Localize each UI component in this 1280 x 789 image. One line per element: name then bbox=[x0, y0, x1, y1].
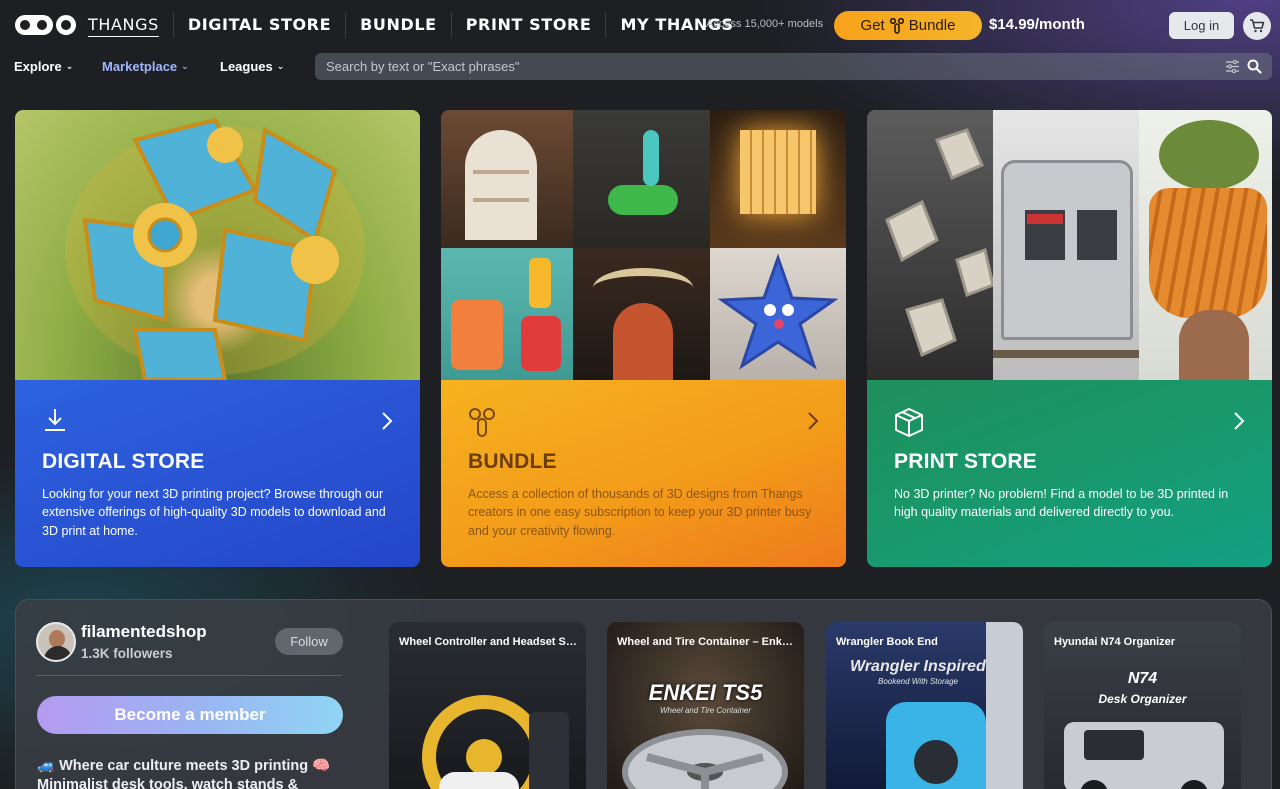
model-title: Wheel Controller and Headset Sta... bbox=[399, 636, 578, 648]
bookshelf-thumb bbox=[441, 110, 573, 248]
digital-store-body: DIGITAL STORE Looking for your next 3D p… bbox=[15, 380, 420, 567]
chevron-right-icon bbox=[1234, 412, 1245, 430]
chevron-right-icon bbox=[382, 412, 393, 430]
card-title: BUNDLE bbox=[468, 450, 557, 473]
print-store-card[interactable]: PRINT STORE No 3D printer? No problem! F… bbox=[867, 110, 1272, 567]
train-thumb bbox=[993, 110, 1139, 380]
bundle-collage bbox=[441, 110, 846, 380]
cart-icon bbox=[1250, 19, 1265, 33]
nav-print-store[interactable]: PRINT STORE bbox=[452, 12, 607, 38]
download-icon bbox=[45, 409, 65, 431]
bundle-body: BUNDLE Access a collection of thousands … bbox=[441, 380, 846, 567]
print-store-body: PRINT STORE No 3D printer? No problem! F… bbox=[867, 380, 1272, 567]
digital-store-image bbox=[15, 110, 420, 380]
chevron-down-icon: ⌄ bbox=[65, 61, 74, 71]
bundle-logo-icon bbox=[469, 408, 495, 437]
marketplace-label: Marketplace bbox=[102, 59, 178, 74]
card-title: DIGITAL STORE bbox=[42, 450, 205, 473]
bundle-card[interactable]: BUNDLE Access a collection of thousands … bbox=[441, 110, 846, 567]
explore-label: Explore bbox=[14, 59, 62, 74]
get-label: Get bbox=[860, 17, 885, 34]
model-card[interactable]: Wheel and Tire Container – Enkei ... ENK… bbox=[607, 622, 804, 789]
scorpion-thumb bbox=[573, 110, 710, 248]
model-card[interactable]: Wrangler Book End Wrangler Inspired Book… bbox=[826, 622, 1023, 789]
divider bbox=[36, 675, 342, 676]
chevron-down-icon: ⌄ bbox=[181, 61, 189, 71]
main-nav: THANGS DIGITAL STORE BUNDLE PRINT STORE … bbox=[88, 0, 748, 50]
search-icon[interactable] bbox=[1247, 59, 1262, 74]
card-description: Access a collection of thousands of 3D d… bbox=[468, 487, 812, 538]
avatar[interactable] bbox=[36, 622, 76, 662]
ornament-sphere-illustration bbox=[65, 117, 365, 380]
nav-bundle[interactable]: BUNDLE bbox=[346, 12, 452, 38]
creator-bio-line: 🚙 Where car culture meets 3D printing 🧠 bbox=[37, 758, 331, 774]
card-description: No 3D printer? No problem! Find a model … bbox=[894, 487, 1229, 520]
chevron-right-icon bbox=[808, 412, 819, 430]
search-input[interactable] bbox=[315, 53, 1272, 80]
cart-button[interactable] bbox=[1243, 12, 1271, 40]
creator-bio-line: Minimalist desk tools, watch stands & bbox=[37, 777, 299, 789]
sub-nav: Explore ⌄ Marketplace ⌄ Leagues ⌄ bbox=[14, 59, 284, 74]
model-card[interactable]: Wheel Controller and Headset Sta... bbox=[389, 622, 586, 789]
box-icon bbox=[895, 408, 923, 437]
follow-button[interactable]: Follow bbox=[275, 628, 343, 655]
filter-sliders-icon[interactable] bbox=[1225, 59, 1240, 74]
leagues-label: Leagues bbox=[220, 59, 273, 74]
organizer-thumb bbox=[441, 248, 573, 380]
thangs-logo[interactable] bbox=[14, 14, 78, 36]
card-description: Looking for your next 3D printing projec… bbox=[42, 487, 386, 538]
model-title: Wrangler Book End bbox=[836, 636, 938, 648]
model-title: Hyundai N74 Organizer bbox=[1054, 636, 1176, 648]
dice-thumb bbox=[867, 110, 993, 380]
creator-name[interactable]: filamentedshop bbox=[81, 622, 207, 642]
model-title: Wheel and Tire Container – Enkei ... bbox=[617, 636, 796, 648]
crown-thumb bbox=[573, 248, 710, 380]
follower-count: 1.3K followers bbox=[81, 646, 173, 661]
digital-store-card[interactable]: DIGITAL STORE Looking for your next 3D p… bbox=[15, 110, 420, 567]
login-button[interactable]: Log in bbox=[1169, 12, 1234, 39]
leagues-dropdown[interactable]: Leagues ⌄ bbox=[220, 59, 284, 74]
chevron-down-icon: ⌄ bbox=[276, 61, 285, 71]
nav-digital-store[interactable]: DIGITAL STORE bbox=[174, 12, 347, 38]
bundle-logo-icon bbox=[889, 17, 904, 34]
model-card[interactable]: Hyundai N74 Organizer N74 Desk Organizer bbox=[1044, 622, 1241, 789]
bundle-price: $14.99/month bbox=[989, 16, 1085, 33]
print-store-collage bbox=[867, 110, 1272, 380]
become-member-button[interactable]: Become a member bbox=[37, 696, 343, 734]
explore-dropdown[interactable]: Explore ⌄ bbox=[14, 59, 102, 74]
get-bundle-button[interactable]: Get Bundle bbox=[834, 11, 982, 40]
lamp-thumb bbox=[710, 110, 846, 248]
search-bar bbox=[315, 53, 1272, 80]
access-models-text: Access 15,000+ models bbox=[706, 18, 824, 30]
planter-thumb bbox=[1139, 110, 1272, 380]
starfish-thumb bbox=[710, 248, 846, 380]
bundle-label: Bundle bbox=[908, 17, 956, 34]
featured-creator-panel: filamentedshop 1.3K followers Follow Bec… bbox=[15, 599, 1272, 789]
card-title: PRINT STORE bbox=[894, 450, 1037, 473]
nav-thangs[interactable]: THANGS bbox=[88, 12, 174, 38]
marketplace-dropdown[interactable]: Marketplace ⌄ bbox=[102, 59, 220, 74]
top-bar: THANGS DIGITAL STORE BUNDLE PRINT STORE … bbox=[0, 0, 1280, 50]
